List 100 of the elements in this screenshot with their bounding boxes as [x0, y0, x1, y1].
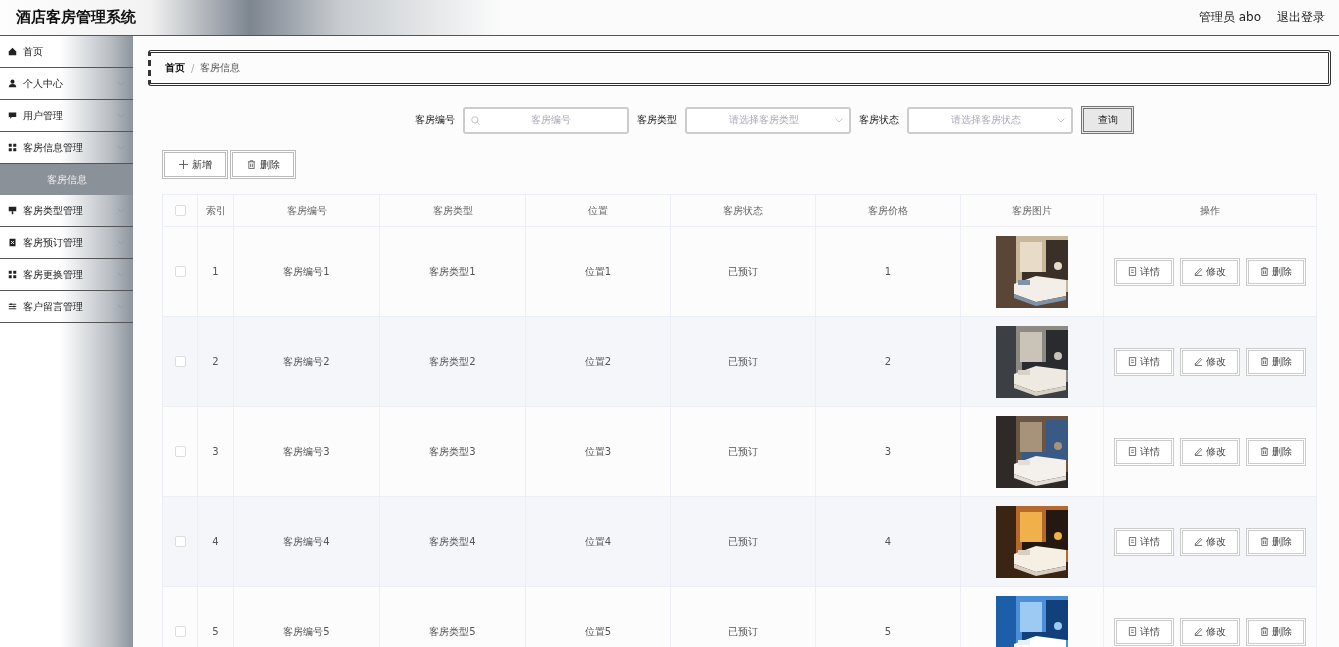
delete-button[interactable]: 删除	[1246, 347, 1306, 376]
chevron-icon	[117, 240, 125, 245]
table-cell: 4	[197, 496, 234, 587]
trash-icon	[1260, 537, 1269, 546]
delete-button[interactable]: 删除	[1246, 437, 1306, 466]
grid-icon	[8, 270, 17, 279]
table-cell: 客房编号2	[233, 316, 380, 407]
table-cell: 2	[197, 316, 234, 407]
sidebar-item[interactable]: 用户管理	[0, 100, 133, 132]
sidebar-item[interactable]: 首页	[0, 36, 133, 68]
sidebar-item[interactable]: 客户留言管理	[0, 291, 133, 323]
table-cell: 客房编号3	[233, 406, 380, 497]
field-label: 客房状态	[859, 113, 899, 127]
app-title: 酒店客房管理系统	[16, 8, 136, 27]
field-label: 客房类型	[637, 113, 677, 127]
delete-button[interactable]: 删除	[1246, 257, 1306, 286]
detail-button[interactable]: 详情	[1114, 257, 1174, 286]
table-cell: 位置1	[525, 226, 671, 317]
table-cell: 客房类型4	[379, 496, 526, 587]
edit-button[interactable]: 修改	[1180, 347, 1240, 376]
table-cell: 位置3	[525, 406, 671, 497]
column-header: 客房图片	[960, 194, 1104, 227]
table-cell: 3	[197, 406, 234, 497]
column-header: 客房价格	[815, 194, 961, 227]
table-cell: 已预订	[670, 496, 816, 587]
table-cell: 位置2	[525, 316, 671, 407]
column-header: 客房类型	[379, 194, 526, 227]
document-icon	[1128, 537, 1137, 546]
document-icon	[1128, 627, 1137, 636]
search-icon	[471, 115, 480, 125]
table-cell: 2	[815, 316, 961, 407]
chevron-icon	[1057, 117, 1065, 123]
document-icon	[1128, 447, 1137, 456]
delete-button[interactable]: 删除	[230, 150, 296, 179]
table-cell: 已预订	[670, 316, 816, 407]
plus-icon	[178, 160, 188, 169]
breadcrumb-item[interactable]: 首页	[165, 61, 185, 75]
pencil-icon	[1194, 627, 1203, 636]
delete-button[interactable]: 删除	[1246, 617, 1306, 646]
table-cell: 4	[815, 496, 961, 587]
chevron-icon	[117, 208, 125, 213]
clipboard-icon	[8, 238, 17, 247]
table-cell: 1	[815, 226, 961, 317]
sidebar-item[interactable]: 客房更换管理	[0, 259, 133, 291]
trash-icon	[246, 160, 256, 169]
edit-button[interactable]: 修改	[1180, 527, 1240, 556]
chat-icon	[8, 111, 17, 120]
query-button[interactable]: 查询	[1081, 106, 1134, 134]
checkbox[interactable]	[174, 536, 186, 548]
pencil-icon	[1194, 357, 1203, 366]
add-button[interactable]: 新增	[162, 150, 228, 179]
sidebar-item[interactable]: 个人中心	[0, 68, 133, 100]
detail-button[interactable]: 详情	[1114, 617, 1174, 646]
trash-icon	[1260, 357, 1269, 366]
table-cell: 已预订	[670, 226, 816, 317]
edit-button[interactable]: 修改	[1180, 617, 1240, 646]
table-cell: 客房编号4	[233, 496, 380, 587]
breadcrumb-separator: /	[191, 62, 195, 74]
column-header: 客房编号	[233, 194, 380, 227]
sidebar-item[interactable]: 客房预订管理	[0, 227, 133, 259]
delete-button[interactable]: 删除	[1246, 527, 1306, 556]
checkbox[interactable]	[174, 626, 186, 638]
grid-icon	[8, 143, 17, 152]
chevron-icon	[835, 117, 843, 123]
user-icon	[8, 79, 17, 88]
document-icon	[1128, 357, 1137, 366]
detail-button[interactable]: 详情	[1114, 527, 1174, 556]
sidebar-item[interactable]: 客房类型管理	[0, 195, 133, 227]
document-icon	[1128, 267, 1137, 276]
chevron-icon	[117, 113, 125, 118]
edit-button[interactable]: 修改	[1180, 257, 1240, 286]
chevron-icon	[117, 81, 125, 86]
detail-button[interactable]: 详情	[1114, 437, 1174, 466]
table-cell: 已预订	[670, 406, 816, 497]
table-cell: 客房类型3	[379, 406, 526, 497]
table-cell: 位置4	[525, 496, 671, 587]
detail-button[interactable]: 详情	[1114, 347, 1174, 376]
monitor-icon	[8, 206, 17, 215]
trash-icon	[1260, 267, 1269, 276]
table-cell: 1	[197, 226, 234, 317]
pencil-icon	[1194, 447, 1203, 456]
checkbox[interactable]	[174, 356, 186, 368]
chevron-icon	[117, 272, 125, 277]
sliders-icon	[8, 302, 17, 311]
column-header: 操作	[1103, 194, 1317, 227]
checkbox[interactable]	[174, 446, 186, 458]
chevron-icon	[117, 304, 125, 309]
column-header: 索引	[197, 194, 234, 227]
table-cell: 3	[815, 406, 961, 497]
column-header: 客房状态	[670, 194, 816, 227]
edit-button[interactable]: 修改	[1180, 437, 1240, 466]
logout-link[interactable]: 退出登录	[1277, 9, 1325, 26]
home-icon	[8, 47, 17, 56]
checkbox[interactable]	[174, 205, 186, 217]
trash-icon	[1260, 627, 1269, 636]
trash-icon	[1260, 447, 1269, 456]
checkbox[interactable]	[174, 266, 186, 278]
table-cell: 客房编号1	[233, 226, 380, 317]
field-label: 客房编号	[415, 113, 455, 127]
breadcrumb-item: 客房信息	[200, 61, 241, 75]
